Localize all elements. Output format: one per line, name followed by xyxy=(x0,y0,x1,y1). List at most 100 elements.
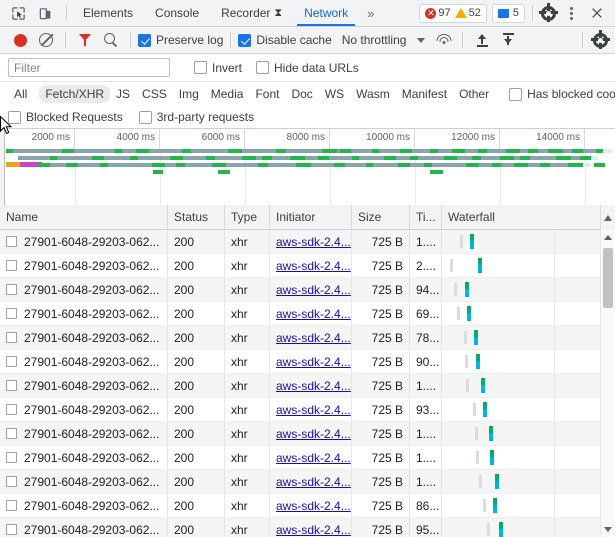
filter-chip-media[interactable]: Media xyxy=(205,85,250,103)
import-har-icon[interactable] xyxy=(470,29,494,51)
row-checkbox[interactable] xyxy=(6,452,17,463)
scroll-down-arrow[interactable] xyxy=(601,522,615,537)
initiator-link[interactable]: aws-sdk-2.4... xyxy=(276,283,351,297)
cell-initiator[interactable]: aws-sdk-2.4... xyxy=(270,374,352,397)
row-checkbox[interactable] xyxy=(6,380,17,391)
table-row[interactable]: 27901-6048-29203-062... 200 xhr aws-sdk-2.4… xyxy=(0,518,615,537)
tab-network[interactable]: Network xyxy=(293,0,359,26)
filter-chip-font[interactable]: Font xyxy=(249,85,285,103)
cell-initiator[interactable]: aws-sdk-2.4... xyxy=(270,302,352,325)
throttling-select[interactable]: No throttling xyxy=(342,33,407,47)
requests-table-body[interactable]: 27901-6048-29203-062... 200 xhr aws-sdk-2.4… xyxy=(0,230,615,537)
filter-input[interactable]: Filter xyxy=(8,58,170,77)
table-row[interactable]: 27901-6048-29203-062... 200 xhr aws-sdk-2.4… xyxy=(0,446,615,470)
vertical-scrollbar[interactable] xyxy=(600,230,615,537)
cell-initiator[interactable]: aws-sdk-2.4... xyxy=(270,422,352,445)
initiator-link[interactable]: aws-sdk-2.4... xyxy=(276,427,351,441)
network-conditions-icon[interactable] xyxy=(436,33,452,47)
initiator-link[interactable]: aws-sdk-2.4... xyxy=(276,259,351,273)
table-row[interactable]: 27901-6048-29203-062... 200 xhr aws-sdk-2.4… xyxy=(0,470,615,494)
row-checkbox[interactable] xyxy=(6,260,17,271)
tab-console[interactable]: Console xyxy=(144,0,210,26)
filter-chip-doc[interactable]: Doc xyxy=(285,85,318,103)
initiator-link[interactable]: aws-sdk-2.4... xyxy=(276,451,351,465)
row-checkbox[interactable] xyxy=(6,428,17,439)
cell-name[interactable]: 27901-6048-29203-062... xyxy=(0,446,168,469)
cell-initiator[interactable]: aws-sdk-2.4... xyxy=(270,350,352,373)
column-header-initiator[interactable]: Initiator xyxy=(270,205,352,229)
third-party-requests-checkbox[interactable]: 3rd-party requests xyxy=(138,110,254,124)
cell-name[interactable]: 27901-6048-29203-062... xyxy=(0,470,168,493)
column-header-name[interactable]: Name xyxy=(0,205,168,229)
cell-initiator[interactable]: aws-sdk-2.4... xyxy=(270,398,352,421)
column-header-ti[interactable]: Ti... xyxy=(410,205,442,229)
scrollbar-thumb[interactable] xyxy=(603,248,613,308)
cell-initiator[interactable]: aws-sdk-2.4... xyxy=(270,230,352,253)
row-checkbox[interactable] xyxy=(6,524,17,535)
filter-chip-wasm[interactable]: Wasm xyxy=(350,85,396,103)
hide-data-urls-checkbox[interactable]: Hide data URLs xyxy=(256,61,359,75)
cell-name[interactable]: 27901-6048-29203-062... xyxy=(0,422,168,445)
row-checkbox[interactable] xyxy=(6,308,17,319)
scroll-up-arrow[interactable] xyxy=(601,230,615,245)
cell-name[interactable]: 27901-6048-29203-062... xyxy=(0,254,168,277)
table-row[interactable]: 27901-6048-29203-062... 200 xhr aws-sdk-2.4… xyxy=(0,350,615,374)
table-row[interactable]: 27901-6048-29203-062... 200 xhr aws-sdk-2.4… xyxy=(0,230,615,254)
cell-initiator[interactable]: aws-sdk-2.4... xyxy=(270,278,352,301)
record-button[interactable] xyxy=(8,29,32,51)
cell-initiator[interactable]: aws-sdk-2.4... xyxy=(270,470,352,493)
blocked-requests-checkbox[interactable]: Blocked Requests xyxy=(8,110,123,124)
tab-elements[interactable]: Elements xyxy=(72,0,144,26)
close-icon[interactable] xyxy=(585,2,609,24)
table-row[interactable]: 27901-6048-29203-062... 200 xhr aws-sdk-2.4… xyxy=(0,494,615,518)
cell-initiator[interactable]: aws-sdk-2.4... xyxy=(270,518,352,537)
table-row[interactable]: 27901-6048-29203-062... 200 xhr aws-sdk-2.4… xyxy=(0,302,615,326)
table-row[interactable]: 27901-6048-29203-062... 200 xhr aws-sdk-2.4… xyxy=(0,254,615,278)
overview-left-handle[interactable] xyxy=(0,129,5,206)
column-header-type[interactable]: Type xyxy=(225,205,270,229)
issues-counters[interactable]: ✕ 97 52 xyxy=(419,3,487,23)
filter-chip-manifest[interactable]: Manifest xyxy=(396,85,453,103)
filter-chip-ws[interactable]: WS xyxy=(319,85,350,103)
initiator-link[interactable]: aws-sdk-2.4... xyxy=(276,523,351,537)
export-har-icon[interactable] xyxy=(496,29,520,51)
tab-recorder[interactable]: Recorder ⧗ xyxy=(210,0,293,26)
chevron-down-icon[interactable] xyxy=(417,37,426,43)
cell-initiator[interactable]: aws-sdk-2.4... xyxy=(270,326,352,349)
row-checkbox[interactable] xyxy=(6,404,17,415)
row-checkbox[interactable] xyxy=(6,356,17,367)
initiator-link[interactable]: aws-sdk-2.4... xyxy=(276,235,351,249)
initiator-link[interactable]: aws-sdk-2.4... xyxy=(276,355,351,369)
preserve-log-checkbox[interactable]: Preserve log xyxy=(138,33,223,47)
cell-name[interactable]: 27901-6048-29203-062... xyxy=(0,398,168,421)
more-options-icon[interactable] xyxy=(559,2,583,24)
cell-name[interactable]: 27901-6048-29203-062... xyxy=(0,230,168,253)
network-settings-icon[interactable] xyxy=(590,30,610,49)
cell-name[interactable]: 27901-6048-29203-062... xyxy=(0,374,168,397)
cell-name[interactable]: 27901-6048-29203-062... xyxy=(0,302,168,325)
filter-chip-css[interactable]: CSS xyxy=(136,85,173,103)
table-row[interactable]: 27901-6048-29203-062... 200 xhr aws-sdk-2.4… xyxy=(0,374,615,398)
clear-button[interactable] xyxy=(34,29,58,51)
cell-name[interactable]: 27901-6048-29203-062... xyxy=(0,518,168,537)
waterfall-sort-button[interactable] xyxy=(600,205,615,230)
cell-initiator[interactable]: aws-sdk-2.4... xyxy=(270,494,352,517)
filter-chip-fetch-xhr[interactable]: Fetch/XHR xyxy=(39,85,111,103)
row-checkbox[interactable] xyxy=(6,332,17,343)
table-row[interactable]: 27901-6048-29203-062... 200 xhr aws-sdk-2.4… xyxy=(0,398,615,422)
cell-initiator[interactable]: aws-sdk-2.4... xyxy=(270,254,352,277)
row-checkbox[interactable] xyxy=(6,236,17,247)
inspect-cursor-icon[interactable] xyxy=(6,2,30,24)
initiator-link[interactable]: aws-sdk-2.4... xyxy=(276,331,351,345)
row-checkbox[interactable] xyxy=(6,284,17,295)
table-row[interactable]: 27901-6048-29203-062... 200 xhr aws-sdk-2.4… xyxy=(0,422,615,446)
messages-counter[interactable]: 5 xyxy=(491,3,525,23)
more-tabs-icon[interactable]: » xyxy=(359,0,382,26)
row-checkbox[interactable] xyxy=(6,476,17,487)
disable-cache-checkbox[interactable]: Disable cache xyxy=(238,33,332,47)
has-blocked-cookies-checkbox[interactable]: Has blocked cookies xyxy=(509,87,615,101)
cell-name[interactable]: 27901-6048-29203-062... xyxy=(0,494,168,517)
filter-toggle-button[interactable] xyxy=(73,29,97,51)
initiator-link[interactable]: aws-sdk-2.4... xyxy=(276,499,351,513)
cell-initiator[interactable]: aws-sdk-2.4... xyxy=(270,446,352,469)
